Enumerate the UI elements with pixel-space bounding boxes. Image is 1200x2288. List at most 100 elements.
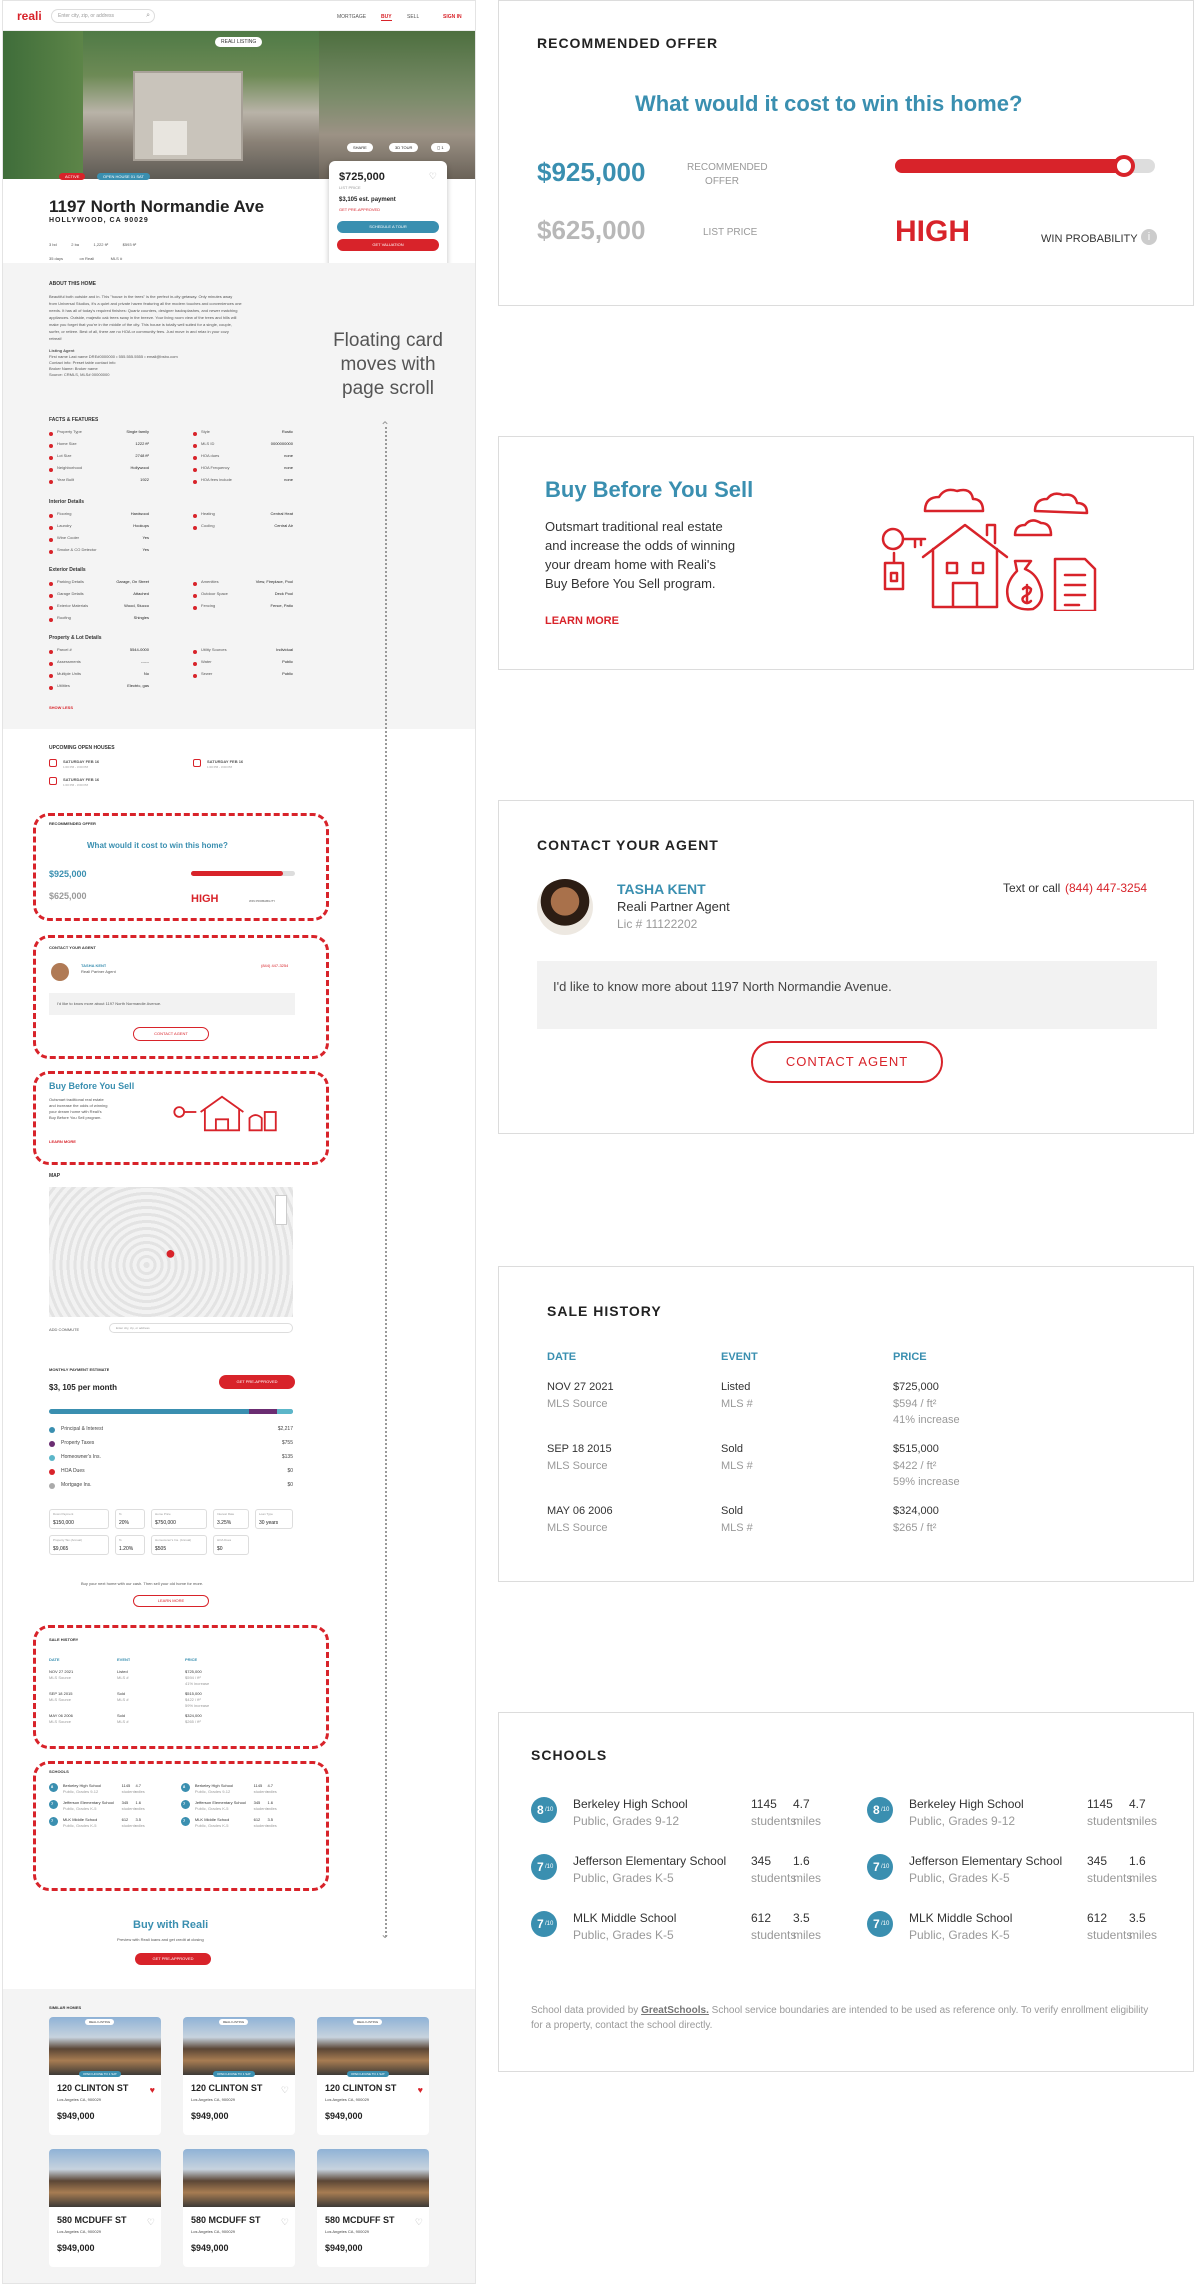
payment-field[interactable]: HOA Dues $0 xyxy=(213,1535,249,1555)
school-name[interactable]: Jefferson Elementary School xyxy=(63,1800,114,1805)
info-icon[interactable]: i xyxy=(1141,229,1157,245)
nav-sell[interactable]: SELL xyxy=(407,14,419,20)
school-rating: 7 xyxy=(537,1917,544,1931)
agent-phone[interactable]: (844) 447-3254 xyxy=(1065,881,1147,895)
facts-heading: FACTS & FEATURES xyxy=(49,417,99,423)
agent-license: Lic # 11122202 xyxy=(617,917,698,931)
school-name[interactable]: Berkeley High School xyxy=(573,1797,688,1811)
similar-home-card[interactable]: 580 MCDUFF ST Los Angeles CA, 900029 $949,… xyxy=(317,2149,429,2267)
map-view[interactable]: ● xyxy=(49,1187,293,1317)
buy-reali-button[interactable]: GET PRE-APPROVED xyxy=(135,1953,211,1965)
heart-icon[interactable]: ♡ xyxy=(281,2085,289,2096)
payment-learn-button[interactable]: LEARN MORE xyxy=(133,1595,209,1607)
nav-buy[interactable]: BUY xyxy=(381,14,392,21)
commute-input[interactable]: Enter city, zip, or address xyxy=(109,1323,293,1333)
float-preapproved-link[interactable]: GET PRE-APPROVED xyxy=(339,207,380,212)
school-name[interactable]: Jefferson Elementary School xyxy=(573,1854,726,1868)
contact-agent-button[interactable]: CONTACT AGENT xyxy=(751,1041,943,1083)
similar-open-badge: OPEN HOUSE TO 1 SAT xyxy=(213,2071,255,2077)
offer-slider-knob[interactable] xyxy=(1113,155,1135,177)
school-miles-label: miles xyxy=(135,1822,145,1828)
nav-mortgage[interactable]: MORTGAGE xyxy=(337,14,366,20)
mini-agent-phone[interactable]: (844) 447-3254 xyxy=(261,963,288,968)
mini-sale-note: 59% increase xyxy=(185,1703,210,1708)
more-photos-button[interactable]: ◻ 1 xyxy=(431,143,450,152)
show-less-link[interactable]: SHOW LESS xyxy=(49,705,73,710)
sale-date: NOV 27 2021 xyxy=(547,1381,614,1393)
get-valuation-button[interactable]: GET VALUATION xyxy=(337,239,439,251)
heart-icon[interactable]: ♡ xyxy=(281,2217,289,2228)
signin-link[interactable]: SIGN IN xyxy=(443,14,462,20)
schools-heading: SCHOOLS xyxy=(531,1747,608,1763)
hero-photo-main[interactable] xyxy=(3,31,319,179)
heart-icon[interactable]: ♥ xyxy=(150,2085,155,2095)
offer-slider[interactable] xyxy=(895,155,1155,177)
school-rating-badge: 8 xyxy=(49,1783,58,1792)
similar-home-card[interactable]: REALI LISTING OPEN HOUSE TO 1 SAT 120 CLIN… xyxy=(317,2017,429,2135)
heart-icon[interactable]: ♡ xyxy=(147,2217,155,2228)
schools-card: SCHOOLS 8/10 Berkeley High School Public, … xyxy=(498,1712,1194,2072)
payment-field-value: 1.20% xyxy=(119,1546,134,1552)
agent-message-box[interactable]: I'd like to know more about 1197 North N… xyxy=(537,961,1157,1029)
payment-field[interactable]: % 20% xyxy=(115,1509,145,1529)
school-name[interactable]: MLK Middle School xyxy=(573,1911,676,1925)
school-name[interactable]: Jefferson Elementary School xyxy=(195,1800,246,1805)
school-students-label: students xyxy=(751,1814,797,1828)
similar-home-card[interactable]: REALI LISTING OPEN HOUSE TO 1 SAT 120 CLIN… xyxy=(49,2017,161,2135)
fact-row: Neighborhood Hollywood xyxy=(49,465,149,477)
school-name[interactable]: Berkeley High School xyxy=(63,1783,101,1788)
map-zoom-control[interactable] xyxy=(275,1195,287,1225)
greatschools-link[interactable]: GreatSchools. xyxy=(641,2005,709,2016)
logo[interactable]: reali xyxy=(17,9,42,23)
mini-agent-message[interactable]: I'd like to know more about 1197 North N… xyxy=(49,993,295,1015)
similar-home-card[interactable]: REALI LISTING OPEN HOUSE TO 1 SAT 120 CLIN… xyxy=(183,2017,295,2135)
school-rating-badge: 7 xyxy=(181,1817,190,1826)
payment-field[interactable]: Homeowner's Ins. (Annual) $505 xyxy=(151,1535,207,1555)
school-miles: 3.5 xyxy=(1129,1911,1146,1925)
sale-source: MLS Source xyxy=(547,1398,608,1410)
heart-icon[interactable]: ♡ xyxy=(415,2217,423,2228)
hero-photo-side[interactable] xyxy=(319,31,475,179)
annotation: Floating card moves with page scroll xyxy=(325,329,451,401)
stat-days: 35 days xyxy=(49,256,64,261)
fact-value: Fence, Patio xyxy=(270,603,293,608)
payment-field[interactable]: Interest Rate 3.25% xyxy=(213,1509,249,1529)
payment-preapproved-button[interactable]: GET PRE-APPROVED xyxy=(219,1375,295,1389)
tour-button[interactable]: 3D TOUR xyxy=(389,143,419,152)
payment-field[interactable]: % 1.20% xyxy=(115,1535,145,1555)
sale-row: NOV 27 2021 MLS Source Listed MLS # $725,000… xyxy=(547,1381,1167,1443)
heart-icon[interactable]: ♡ xyxy=(429,171,437,182)
payment-field[interactable]: Home Price $750,000 xyxy=(151,1509,207,1529)
search-input[interactable]: Enter city, zip, or address ⌕ xyxy=(51,9,155,23)
add-commute-link[interactable]: ADD COMMUTE xyxy=(49,1327,79,1332)
bbys-learn-more[interactable]: LEARN MORE xyxy=(545,615,619,627)
heart-icon[interactable]: ♥ xyxy=(418,2085,423,2095)
share-button[interactable]: SHARE xyxy=(347,143,373,152)
about-line: make you forget that you're in the middl… xyxy=(49,322,232,327)
fact-value: Attached xyxy=(133,591,149,596)
school-name[interactable]: MLK Middle School xyxy=(195,1817,229,1822)
school-row: 7 MLK Middle School Public, Grades K-5 612 s… xyxy=(181,1817,305,1834)
mini-offer-slider[interactable] xyxy=(191,871,295,876)
payment-field[interactable]: Property Tax (Annual) $9,065 xyxy=(49,1535,109,1555)
fact-value: Hollywood xyxy=(130,465,149,470)
school-name[interactable]: Berkeley High School xyxy=(909,1797,1024,1811)
schedule-tour-button[interactable]: SCHEDULE A TOUR xyxy=(337,221,439,233)
school-name[interactable]: Jefferson Elementary School xyxy=(909,1854,1062,1868)
mini-sale-ppsf: $422 / ft² xyxy=(185,1697,201,1702)
similar-city: Los Angeles CA, 900029 xyxy=(191,2229,236,2234)
mini-bbys-link[interactable]: LEARN MORE xyxy=(49,1139,76,1144)
similar-home-card[interactable]: 580 MCDUFF ST Los Angeles CA, 900029 $949,… xyxy=(49,2149,161,2267)
payment-field[interactable]: Loan Type 30 years xyxy=(255,1509,293,1529)
school-name[interactable]: MLK Middle School xyxy=(63,1817,97,1822)
payment-field-label: % xyxy=(119,1512,122,1516)
school-name[interactable]: Berkeley High School xyxy=(195,1783,233,1788)
similar-address: 580 MCDUFF ST xyxy=(191,2215,261,2225)
school-name[interactable]: MLK Middle School xyxy=(909,1911,1012,1925)
fact-label: Heating xyxy=(201,511,215,516)
payment-field[interactable]: Down Payment $150,000 xyxy=(49,1509,109,1529)
school-rating: 7 xyxy=(183,1818,186,1823)
mini-contact-button[interactable]: CONTACT AGENT xyxy=(133,1027,209,1041)
map-pin-icon[interactable]: ● xyxy=(165,1243,176,1264)
similar-home-card[interactable]: 580 MCDUFF ST Los Angeles CA, 900029 $949,… xyxy=(183,2149,295,2267)
